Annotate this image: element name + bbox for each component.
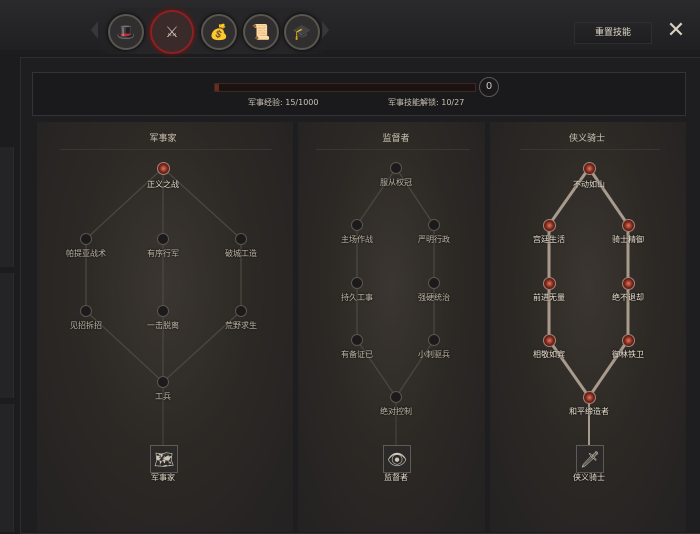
skill-label: 强硬统治 (418, 293, 450, 302)
skill-node[interactable] (621, 333, 635, 347)
skill-label: 有备证已 (341, 350, 373, 359)
skill-label: 严明行政 (418, 235, 450, 244)
skill-connection (587, 167, 630, 226)
skill-label: 服从权冠 (380, 178, 412, 187)
overseer-eye-icon[interactable]: 👁 (383, 445, 411, 473)
skill-node[interactable] (351, 334, 363, 346)
skill-node[interactable] (621, 276, 635, 290)
skill-label: 正义之战 (147, 180, 179, 189)
skill-label: 有序行军 (147, 249, 179, 258)
skill-node[interactable] (235, 233, 247, 245)
skill-node[interactable] (428, 277, 440, 289)
class-name-label: 监督者 (384, 473, 408, 482)
knight-sword-icon[interactable]: 🗡 (576, 445, 604, 473)
skill-label: 绝不退却 (612, 293, 644, 302)
skill-label: 小刺驱兵 (418, 350, 450, 359)
skill-node[interactable] (542, 218, 556, 232)
skill-label: 绝对控制 (380, 407, 412, 416)
skill-node[interactable] (582, 161, 596, 175)
skill-node[interactable] (621, 218, 635, 232)
skill-label: 帕提亚战术 (66, 249, 106, 258)
skill-label: 宫廷生活 (533, 235, 565, 244)
skill-label: 前进无量 (533, 293, 565, 302)
skill-label: 破城工造 (225, 249, 257, 258)
skill-node[interactable] (428, 334, 440, 346)
skill-label: 主场作战 (341, 235, 373, 244)
skill-label: 御林铁卫 (612, 350, 644, 359)
skill-label: 一击脱离 (147, 321, 179, 330)
skill-label: 荒野求生 (225, 321, 257, 330)
skill-label: 见招拆招 (70, 321, 102, 330)
skill-node[interactable] (390, 391, 402, 403)
skill-label: 骑士精御 (612, 235, 644, 244)
skill-node[interactable] (542, 276, 556, 290)
skill-node[interactable] (542, 333, 556, 347)
skill-node[interactable] (156, 161, 170, 175)
class-name-label: 军事家 (151, 473, 175, 482)
skill-node[interactable] (582, 390, 596, 404)
skill-node[interactable] (157, 233, 169, 245)
skill-node[interactable] (351, 277, 363, 289)
skill-label: 持久工事 (341, 293, 373, 302)
skill-node[interactable] (235, 305, 247, 317)
skill-node[interactable] (390, 162, 402, 174)
skill-label: 工兵 (155, 392, 171, 401)
skill-node[interactable] (80, 305, 92, 317)
skill-node[interactable] (351, 219, 363, 231)
skill-node[interactable] (157, 376, 169, 388)
skill-label: 相敬如宾 (533, 350, 565, 359)
skill-node[interactable] (157, 305, 169, 317)
skill-label: 和平缔造者 (569, 407, 609, 416)
skill-node[interactable] (80, 233, 92, 245)
class-name-label: 侠义骑士 (573, 473, 605, 482)
strategist-map-icon[interactable]: 🗺 (150, 445, 178, 473)
skill-connection (547, 167, 591, 226)
skill-label: 不动如山 (573, 180, 605, 189)
skill-node[interactable] (428, 219, 440, 231)
